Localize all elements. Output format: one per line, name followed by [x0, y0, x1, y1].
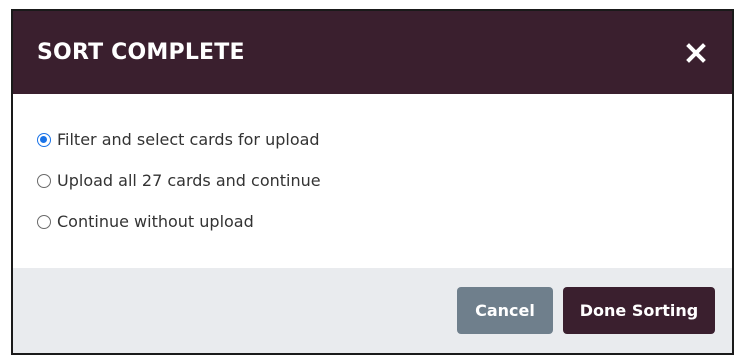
close-button[interactable]: [682, 39, 710, 67]
radio-filter-select[interactable]: [37, 132, 51, 147]
cancel-button[interactable]: Cancel: [457, 287, 553, 334]
dialog-footer: Cancel Done Sorting: [13, 268, 732, 353]
dialog-header: SORT COMPLETE: [13, 11, 732, 94]
sort-complete-dialog: SORT COMPLETE Filter and select cards fo…: [11, 9, 734, 355]
option-filter-select[interactable]: Filter and select cards for upload: [37, 119, 732, 160]
dialog-body: Filter and select cards for upload Uploa…: [13, 94, 732, 270]
close-icon: [686, 42, 706, 63]
option-label: Upload all 27 cards and continue: [57, 171, 321, 190]
option-label: Continue without upload: [57, 212, 254, 231]
done-sorting-button[interactable]: Done Sorting: [563, 287, 715, 334]
dialog-title: SORT COMPLETE: [37, 40, 245, 65]
radio-upload-all[interactable]: [37, 173, 51, 188]
radio-continue-without-upload[interactable]: [37, 214, 51, 229]
option-label: Filter and select cards for upload: [57, 130, 320, 149]
option-upload-all[interactable]: Upload all 27 cards and continue: [37, 160, 732, 201]
option-continue-without-upload[interactable]: Continue without upload: [37, 201, 732, 242]
